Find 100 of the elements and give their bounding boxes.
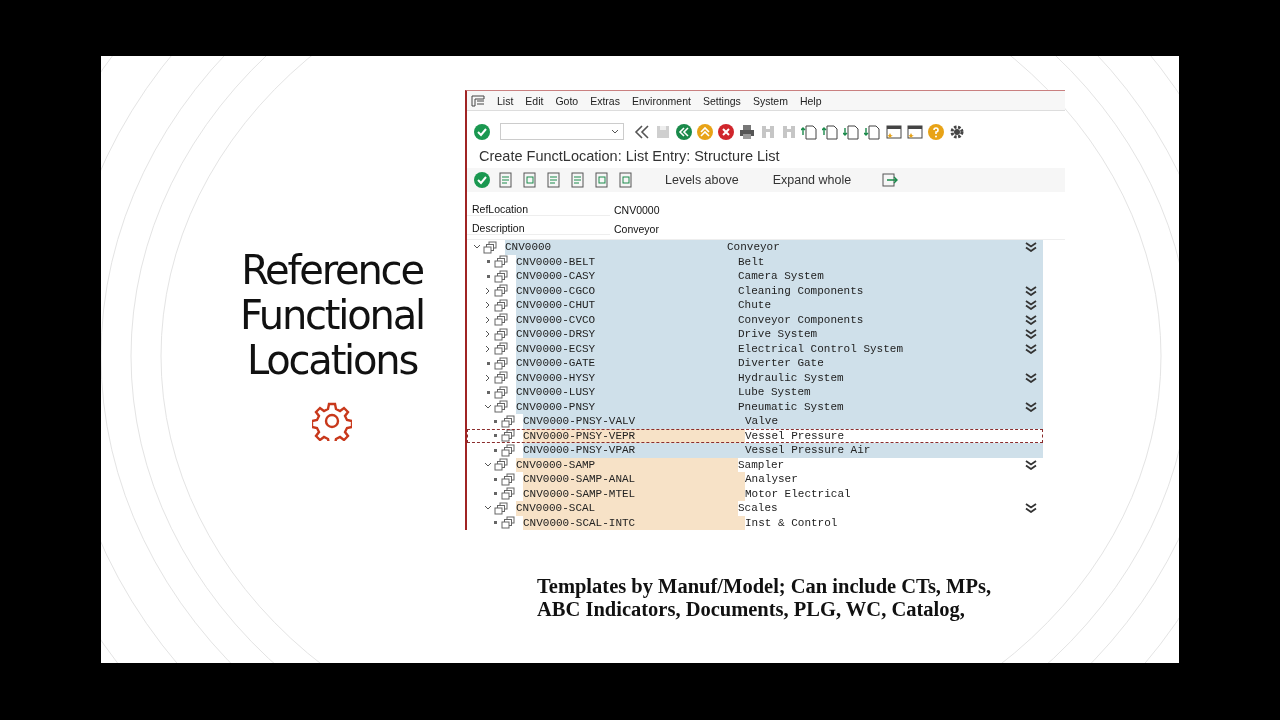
check-icon[interactable] [473,171,491,190]
tree-row[interactable]: CNV0000-HYSY Hydraulic System [467,370,1043,385]
tree-row[interactable]: CNV0000-PNSY-VALV Valve [467,414,1043,429]
bullet-icon [486,361,490,365]
location-description: Lube System [738,385,1019,400]
previous-page-icon[interactable] [822,122,840,141]
tree-row[interactable]: CNV0000-SAMP Sampler [467,457,1043,472]
next-page-icon[interactable] [843,122,861,141]
tree-row[interactable]: CNV0000-CASY Camera System [467,269,1043,284]
menu-item[interactable]: Environment [631,94,691,107]
hierarchy-icon [501,487,515,501]
tree-row[interactable]: CNV0000-BELT Belt [467,254,1043,269]
menu-item[interactable]: Settings [702,94,741,107]
hierarchy-icon [494,385,508,399]
tree-row[interactable]: CNV0000-CVCO Conveyor Components [467,312,1043,327]
expand-all-icon[interactable] [1025,343,1037,354]
hierarchy-icon [494,284,508,298]
hierarchy-icon [494,313,508,327]
last-page-icon[interactable] [864,122,882,141]
tree-row[interactable]: CNV0000-SAMP-ANAL Analyser [467,472,1043,487]
expand-all-icon[interactable] [1025,242,1037,253]
dropdown-caret-icon[interactable] [611,129,619,135]
menu-item[interactable]: Extras [590,94,620,107]
expand-all-icon[interactable] [1025,300,1037,311]
menu-item[interactable]: Goto [555,94,579,107]
tree-row[interactable]: CNV0000-PNSY-VPAR Vessel Pressure Air [467,443,1043,458]
tree-row[interactable]: CNV0000-ECSY Electrical Control System [467,341,1043,356]
first-page-icon[interactable] [801,122,819,141]
toolbar-button[interactable]: Expand whole [768,171,856,190]
menu-item[interactable]: Help [799,94,822,107]
location-code: CNV0000-SAMP-ANAL [523,472,745,487]
expand-all-icon[interactable] [1025,314,1037,325]
export-icon[interactable] [881,171,900,190]
hierarchy-icon [501,472,515,486]
bullet-icon [493,492,497,496]
bullet-icon [486,260,490,264]
window-title: Create FunctLocation: List Entry: Structure List [478,147,781,167]
location-description: Scales [738,501,779,516]
location-description: Vessel Pressure Air [745,443,1019,458]
expand-all-icon[interactable] [1025,459,1037,470]
document-icon[interactable] [593,171,611,190]
hierarchy-icon [494,342,508,356]
hierarchy-icon [494,501,508,515]
collapse-icon[interactable] [633,122,651,141]
document-icon[interactable] [617,171,635,190]
bullet-icon [486,390,490,394]
location-code: CNV0000-CASY [516,269,738,284]
shortcut-icon[interactable] [906,122,924,141]
tree-row[interactable]: CNV0000-CHUT Chute [467,298,1043,313]
hierarchy-icon [494,458,508,472]
location-description: Chute [738,298,1019,313]
location-code: CNV0000 [505,240,727,255]
menu-item[interactable]: System [752,94,788,107]
slide-title: Reference Functional Locations [239,248,425,383]
back-icon[interactable] [675,122,693,141]
location-description: Drive System [738,327,1019,342]
slide-caption: Templates by Manuf/Model; Can include CTs, MPs, ABC Indicators, Documents, PLG, WC, Catalog, [537,575,993,621]
location-code: CNV0000-SCAL [516,501,738,516]
print-icon[interactable] [738,122,756,141]
expand-all-icon[interactable] [1025,329,1037,340]
hierarchy-icon [494,400,508,414]
location-code: CNV0000-PNSY-VPAR [523,443,745,458]
tree-row[interactable]: CNV0000-CGCO Cleaning Components [467,283,1043,298]
tree-row[interactable]: CNV0000-SCAL Scales [467,501,1043,516]
expand-all-icon[interactable] [1025,372,1037,383]
location-description: Sampler [738,457,786,472]
toolbar-button[interactable]: Levels above [661,171,743,190]
tree-row[interactable]: CNV0000-SAMP-MTEL Motor Electrical [467,486,1043,501]
cancel-icon[interactable] [717,122,735,141]
tree-row[interactable]: CNV0000-PNSY-VEPR Vessel Pressure [467,428,1043,443]
tree-row[interactable]: CNV0000 Conveyor [467,240,1043,255]
command-field[interactable] [500,123,624,141]
bullet-icon [493,477,497,481]
menu-item[interactable]: List [497,94,514,107]
bullet-icon [493,521,497,525]
location-code: CNV0000-CHUT [516,298,738,313]
location-description: Diverter Gate [738,356,1019,371]
tree-row[interactable]: CNV0000-LUSY Lube System [467,385,1043,400]
menu-icon[interactable] [471,94,485,107]
tree-row[interactable]: CNV0000-PNSY Pneumatic System [467,399,1043,414]
location-description: Motor Electrical [745,486,852,501]
location-code: CNV0000-PNSY-VALV [523,414,745,429]
tree-row[interactable]: CNV0000-SCAL-INTC Inst & Control [467,515,1043,530]
expand-all-icon[interactable] [1025,503,1037,514]
hierarchy-icon [494,255,508,269]
menu-item[interactable]: Edit [525,94,544,107]
expand-all-icon[interactable] [1025,401,1037,412]
location-code: CNV0000-LUSY [516,385,738,400]
tree-row[interactable]: CNV0000-GATE Diverter Gate [467,356,1043,371]
tree-row[interactable]: CNV0000-DRSY Drive System [467,327,1043,342]
location-description: Vessel Pressure [745,428,846,443]
bullet-icon [493,448,497,452]
check-icon[interactable] [473,122,491,141]
hierarchy-icon [501,414,515,428]
document-icon[interactable] [521,171,539,190]
new-session-icon[interactable] [885,122,903,141]
field-label: RefLocation [467,203,610,216]
hierarchy-icon [494,327,508,341]
field-label: Description [467,222,610,235]
expand-all-icon[interactable] [1025,285,1037,296]
